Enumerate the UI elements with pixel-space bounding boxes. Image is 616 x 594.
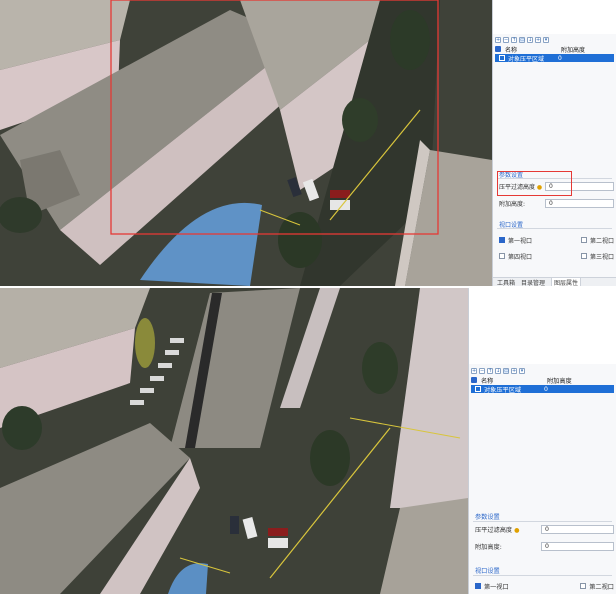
params-section-title: 参数设置 [475, 514, 500, 521]
flatten-height-label: 压平过滤高度 ● [475, 527, 520, 534]
column-name: 名称 [505, 46, 518, 54]
aerial-scene-top [0, 0, 492, 286]
edit-icon[interactable]: ▭ [519, 36, 525, 43]
checkbox-icon [475, 583, 481, 589]
row-value: 0 [544, 385, 548, 393]
window-row-1: 第一视口 第二视口 [475, 581, 614, 591]
down-icon[interactable]: ↓ [495, 367, 501, 374]
flatten-height-input[interactable]: 0 [541, 525, 614, 534]
viewport-1-option[interactable]: 第一视口 [475, 582, 509, 591]
divider [497, 228, 612, 229]
blank-area [469, 288, 616, 364]
checkbox-icon [499, 237, 505, 243]
list-toolbar: + − ↑ ↓ ▭ + ▾ [471, 366, 525, 375]
extra-height-row: 附加高度: 0 [499, 198, 614, 209]
scene-viewport-top[interactable] [0, 0, 492, 286]
remove-icon[interactable]: − [503, 36, 509, 43]
list-header: 名称 附加高度 [495, 45, 614, 54]
window-row-2: 第四视口 第三视口 [499, 251, 614, 261]
row-name: 对象压平区域 [484, 386, 522, 394]
scene-viewport-bottom[interactable] [0, 288, 468, 594]
divider [473, 575, 612, 576]
checkbox-icon [580, 583, 587, 589]
list-toolbar: + − ↑ ▭ ↓ + ▾ [495, 35, 549, 44]
row-checkbox[interactable] [475, 386, 481, 392]
tab-layer-properties[interactable]: 图层属性 [551, 277, 582, 286]
import-icon[interactable]: + [511, 367, 517, 374]
extra-height-input[interactable]: 0 [545, 199, 614, 208]
top-screenshot: + − ↑ ▭ ↓ + ▾ 名称 附加高度 对象压平区域 0 参数设置 压平过滤… [0, 0, 616, 286]
down-icon[interactable]: ↓ [527, 36, 533, 43]
up-icon[interactable]: ↑ [511, 36, 517, 43]
import-icon[interactable]: + [535, 36, 541, 43]
blank-area [493, 0, 616, 34]
viewport-3-option[interactable]: 第三视口 [580, 252, 614, 261]
aerial-scene-bottom [0, 288, 468, 594]
export-icon[interactable]: ▾ [519, 367, 525, 374]
extra-height-input[interactable]: 0 [541, 542, 614, 551]
row-checkbox[interactable] [499, 55, 505, 61]
viewport-1-option[interactable]: 第一视口 [499, 236, 532, 245]
export-icon[interactable]: ▾ [543, 36, 549, 43]
remove-icon[interactable]: − [479, 367, 485, 374]
column-name: 名称 [481, 377, 494, 385]
column-height: 附加高度 [547, 377, 572, 385]
panel-tabs: 工具箱 目录管理 图层属性 [493, 277, 616, 286]
list-row-selected[interactable]: 对象压平区域 0 [495, 54, 614, 63]
bottom-screenshot: + − ↑ ↓ ▭ + ▾ 名称 附加高度 对象压平区域 0 参数设置 压平过滤… [0, 288, 616, 594]
viewport-2-option[interactable]: 第二视口 [580, 236, 614, 245]
select-all-checkbox[interactable] [471, 377, 477, 383]
viewport-4-option[interactable]: 第四视口 [499, 252, 532, 261]
highlight-box [497, 171, 572, 196]
info-icon: ● [512, 527, 520, 534]
list-header: 名称 附加高度 [471, 376, 614, 385]
extra-height-row: 附加高度: 0 [475, 541, 614, 552]
tab-toolbox[interactable]: 工具箱 [497, 278, 515, 287]
checkbox-icon [580, 253, 587, 259]
edit-icon[interactable]: ▭ [503, 367, 509, 374]
tab-catalog[interactable]: 目录管理 [521, 278, 545, 287]
row-name: 对象压平区域 [508, 55, 545, 63]
window-section-title: 视口设置 [475, 568, 500, 575]
select-all-checkbox[interactable] [495, 46, 501, 52]
list-row-selected[interactable]: 对象压平区域 0 [471, 385, 614, 394]
checkbox-icon [499, 253, 505, 259]
extra-height-label: 附加高度: [475, 544, 502, 551]
row-value: 0 [558, 54, 562, 62]
divider [473, 521, 612, 522]
property-panel-bottom: + − ↑ ↓ ▭ + ▾ 名称 附加高度 对象压平区域 0 参数设置 压平过滤… [468, 288, 616, 594]
window-row-1: 第一视口 第二视口 [499, 235, 614, 245]
flatten-height-row: 压平过滤高度 ● 0 [475, 524, 614, 535]
viewport-2-option[interactable]: 第二视口 [580, 582, 614, 591]
column-height: 附加高度 [561, 46, 586, 54]
checkbox-icon [580, 237, 587, 243]
add-icon[interactable]: + [495, 36, 501, 43]
extra-height-label: 附加高度: [499, 201, 526, 208]
add-icon[interactable]: + [471, 367, 477, 374]
property-panel-top: + − ↑ ▭ ↓ + ▾ 名称 附加高度 对象压平区域 0 参数设置 压平过滤… [492, 0, 616, 286]
up-icon[interactable]: ↑ [487, 367, 493, 374]
